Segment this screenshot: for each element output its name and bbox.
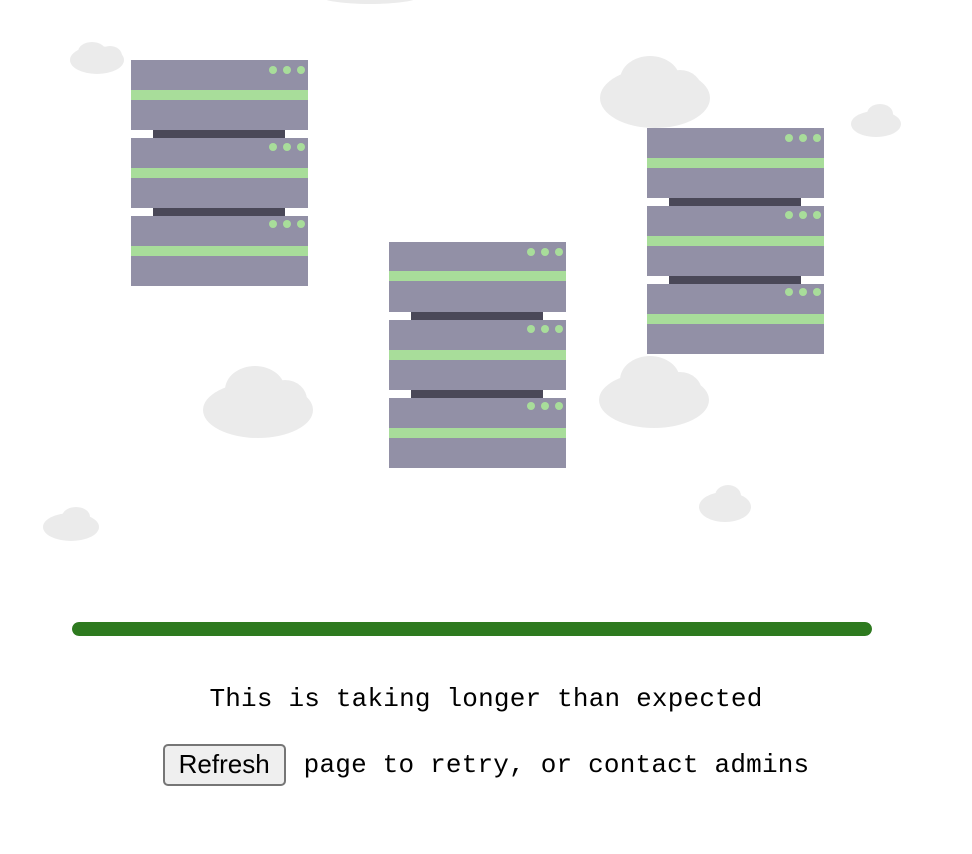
server-unit [647,284,824,354]
server-unit [389,242,566,312]
cloud-icon [600,56,710,128]
server-unit [647,206,824,276]
cloud-icon [43,507,99,541]
server-unit [647,128,824,198]
server-stack [647,128,824,354]
server-stack [389,242,566,468]
server-unit [131,216,308,286]
server-stack [131,60,308,286]
cloud-icon [851,104,901,137]
server-illustration [0,0,972,600]
progress-bar-fill [72,622,872,636]
cloud-icon [699,485,751,522]
server-unit [131,138,308,208]
retry-text: page to retry, or contact admins [303,750,810,780]
refresh-button[interactable]: Refresh [162,744,286,786]
retry-instructions: Refresh page to retry, or contact admins [0,744,972,786]
server-unit [389,398,566,468]
server-unit [131,60,308,130]
cloud-icon [326,0,414,4]
progress-bar [72,622,872,636]
status-message: This is taking longer than expected [209,684,763,714]
server-unit [389,320,566,390]
cloud-icon [70,42,124,74]
cloud-icon [203,366,313,438]
cloud-icon [599,356,709,428]
